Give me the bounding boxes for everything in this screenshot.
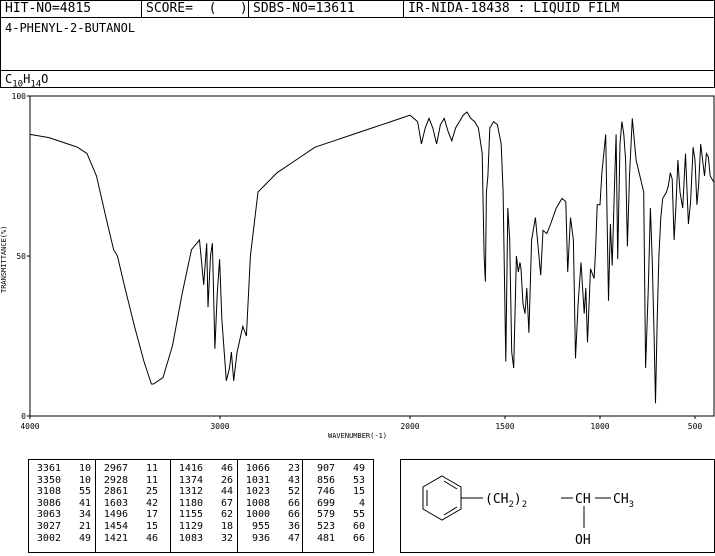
oh-text: OH [575, 533, 591, 548]
x-tick-label: 1500 [495, 422, 514, 431]
x-axis-label: WAVENUMBER(-1) [328, 432, 387, 440]
hit-number: HIT-NO=4815 [1, 1, 142, 17]
x-tick-label: 4000 [20, 422, 39, 431]
x-tick-label: 2000 [400, 422, 419, 431]
y-tick-label: 50 [16, 252, 26, 261]
x-tick-label: 1000 [590, 422, 609, 431]
ir-info: IR-NIDA-18438 : LIQUID FILM [408, 1, 620, 16]
structure-diagram: (CH2)2 CH CH3 OH [422, 475, 634, 548]
y-tick-label: 100 [12, 92, 27, 101]
x-tick-label: 3000 [210, 422, 229, 431]
ch3-text: CH3 [613, 492, 634, 510]
x-axis: 4000 3000 2000 1500 1000 500 [20, 416, 702, 431]
ch-text: CH [575, 492, 591, 507]
x-tick-label: 500 [688, 422, 703, 431]
chain-text: (CH2)2 [485, 492, 527, 510]
spectrum-line [29, 111, 715, 404]
y-axis-label: TRANSMITTANCE(%) [0, 226, 8, 293]
y-tick-label: 0 [21, 412, 26, 421]
sdbs-number: SDBS-NO=13611 [249, 1, 404, 17]
peak-table-frame [0, 459, 400, 553]
molecular-formula: C10H14O [0, 70, 715, 89]
score: SCORE= ( ) [142, 1, 249, 17]
header-bar: HIT-NO=4815 SCORE= ( ) SDBS-NO=13611 IR-… [0, 0, 715, 18]
y-axis: 0 50 100 [12, 92, 30, 421]
benzene-ring-icon [422, 475, 462, 521]
compound-name: 4-PHENYL-2-BUTANOL [0, 17, 715, 71]
structure-box: (CH2)2 CH CH3 OH [400, 459, 715, 553]
ir-spectrum-chart: 0 50 100 4000 3000 2000 1500 1000 500 TRANSMITT… [0, 92, 715, 440]
